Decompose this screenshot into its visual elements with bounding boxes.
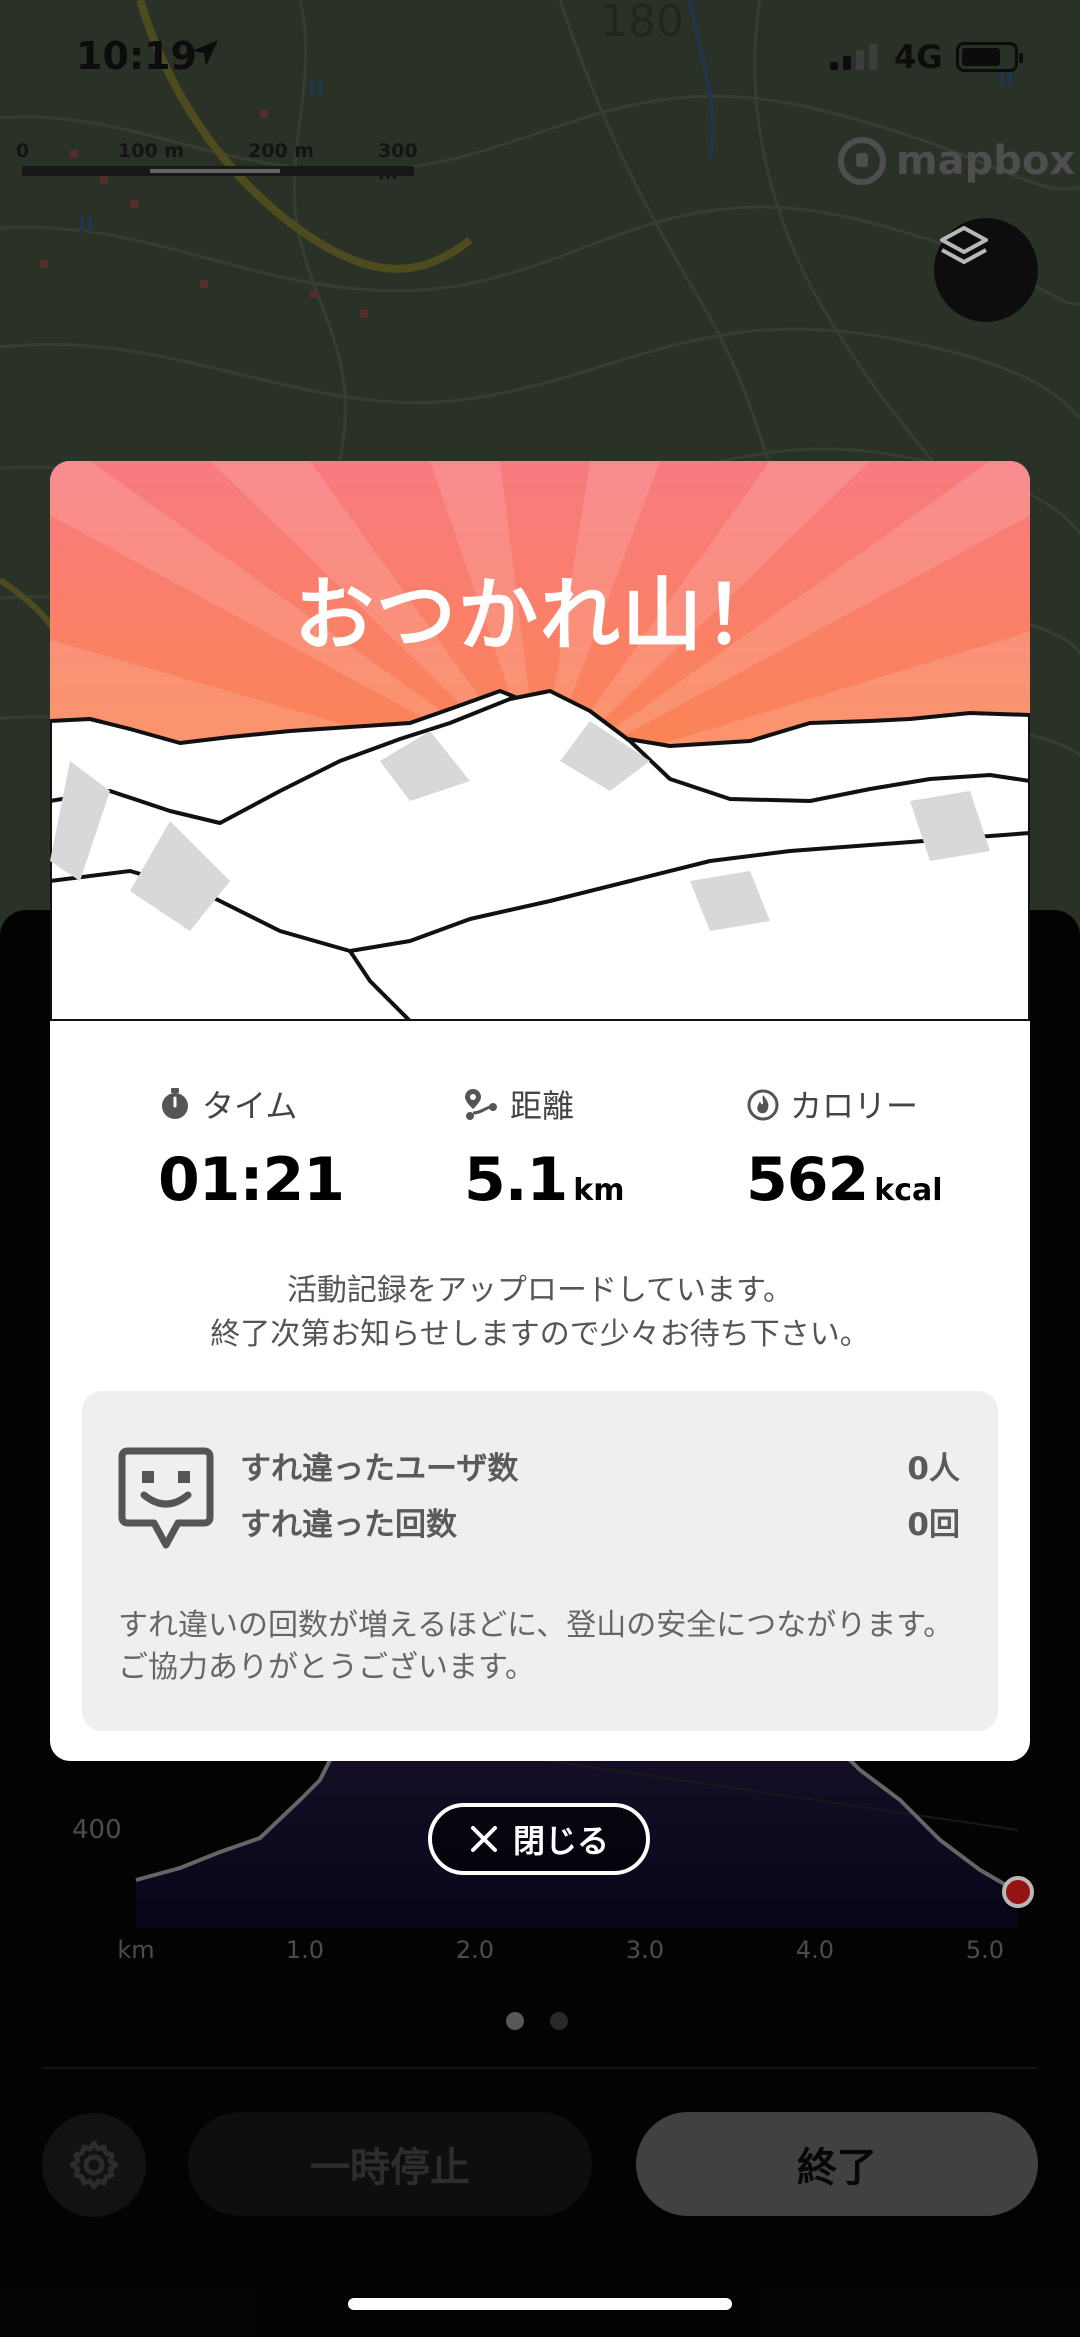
stat-distance-value: 5.1	[464, 1145, 568, 1215]
passed-users-row: すれ違ったユーザ数 0人	[240, 1443, 960, 1488]
stat-calories-label: カロリー	[790, 1087, 919, 1125]
close-button-label: 閉じる	[512, 1822, 609, 1860]
stat-time-label: タイム	[202, 1087, 298, 1125]
stat-distance-unit: km	[573, 1173, 625, 1208]
stat-calories-unit: kcal	[874, 1173, 943, 1208]
passed-count-value: 0回	[907, 1507, 960, 1543]
stat-distance-label: 距離	[510, 1087, 575, 1125]
sunrise-mountain-illustration	[50, 461, 1030, 1021]
upload-message: 活動記録をアップロードしています。 終了次第お知らせしますので少々お待ち下さい。	[50, 1269, 1030, 1357]
stopwatch-icon	[162, 1088, 188, 1119]
passing-info-card: すれ違ったユーザ数 0人 すれ違った回数 0回 すれ違いの回数が増えるほどに、登…	[82, 1391, 998, 1731]
modal-title: おつかれ山！	[294, 569, 786, 662]
stat-calories: カロリー 562 kcal	[746, 1081, 1030, 1215]
passed-count-row: すれ違った回数 0回	[240, 1499, 960, 1544]
close-icon	[470, 1826, 497, 1852]
flame-icon	[747, 1089, 779, 1121]
stat-calories-value: 562	[746, 1145, 869, 1215]
stat-time: タイム 01:21	[158, 1081, 458, 1215]
passed-users-label: すれ違ったユーザ数	[240, 1451, 519, 1487]
activity-stats: タイム 01:21 距離 5.1 km カロリー 562 kcal	[50, 1081, 1030, 1215]
completion-modal: おつかれ山！ タイム 01:21 距離 5.1 km カロリー 562 kcal…	[50, 461, 1030, 1761]
passed-count-label: すれ違った回数	[240, 1507, 457, 1543]
home-indicator	[348, 2298, 732, 2310]
upload-message-line-1: 活動記録をアップロードしています。	[286, 1273, 794, 1308]
route-pin-icon	[465, 1089, 497, 1120]
stat-time-value: 01:21	[158, 1145, 345, 1215]
close-button[interactable]: 閉じる	[428, 1803, 650, 1875]
passed-users-value: 0人	[907, 1451, 960, 1487]
passing-note: すれ違いの回数が増えるほどに、登山の安全につながります。ご協力ありがとうございま…	[118, 1608, 954, 1685]
stat-distance: 距離 5.1 km	[464, 1081, 764, 1215]
smiley-beacon-icon	[118, 1447, 214, 1549]
upload-message-line-2: 終了次第お知らせしますので少々お待ち下さい。	[210, 1317, 870, 1352]
